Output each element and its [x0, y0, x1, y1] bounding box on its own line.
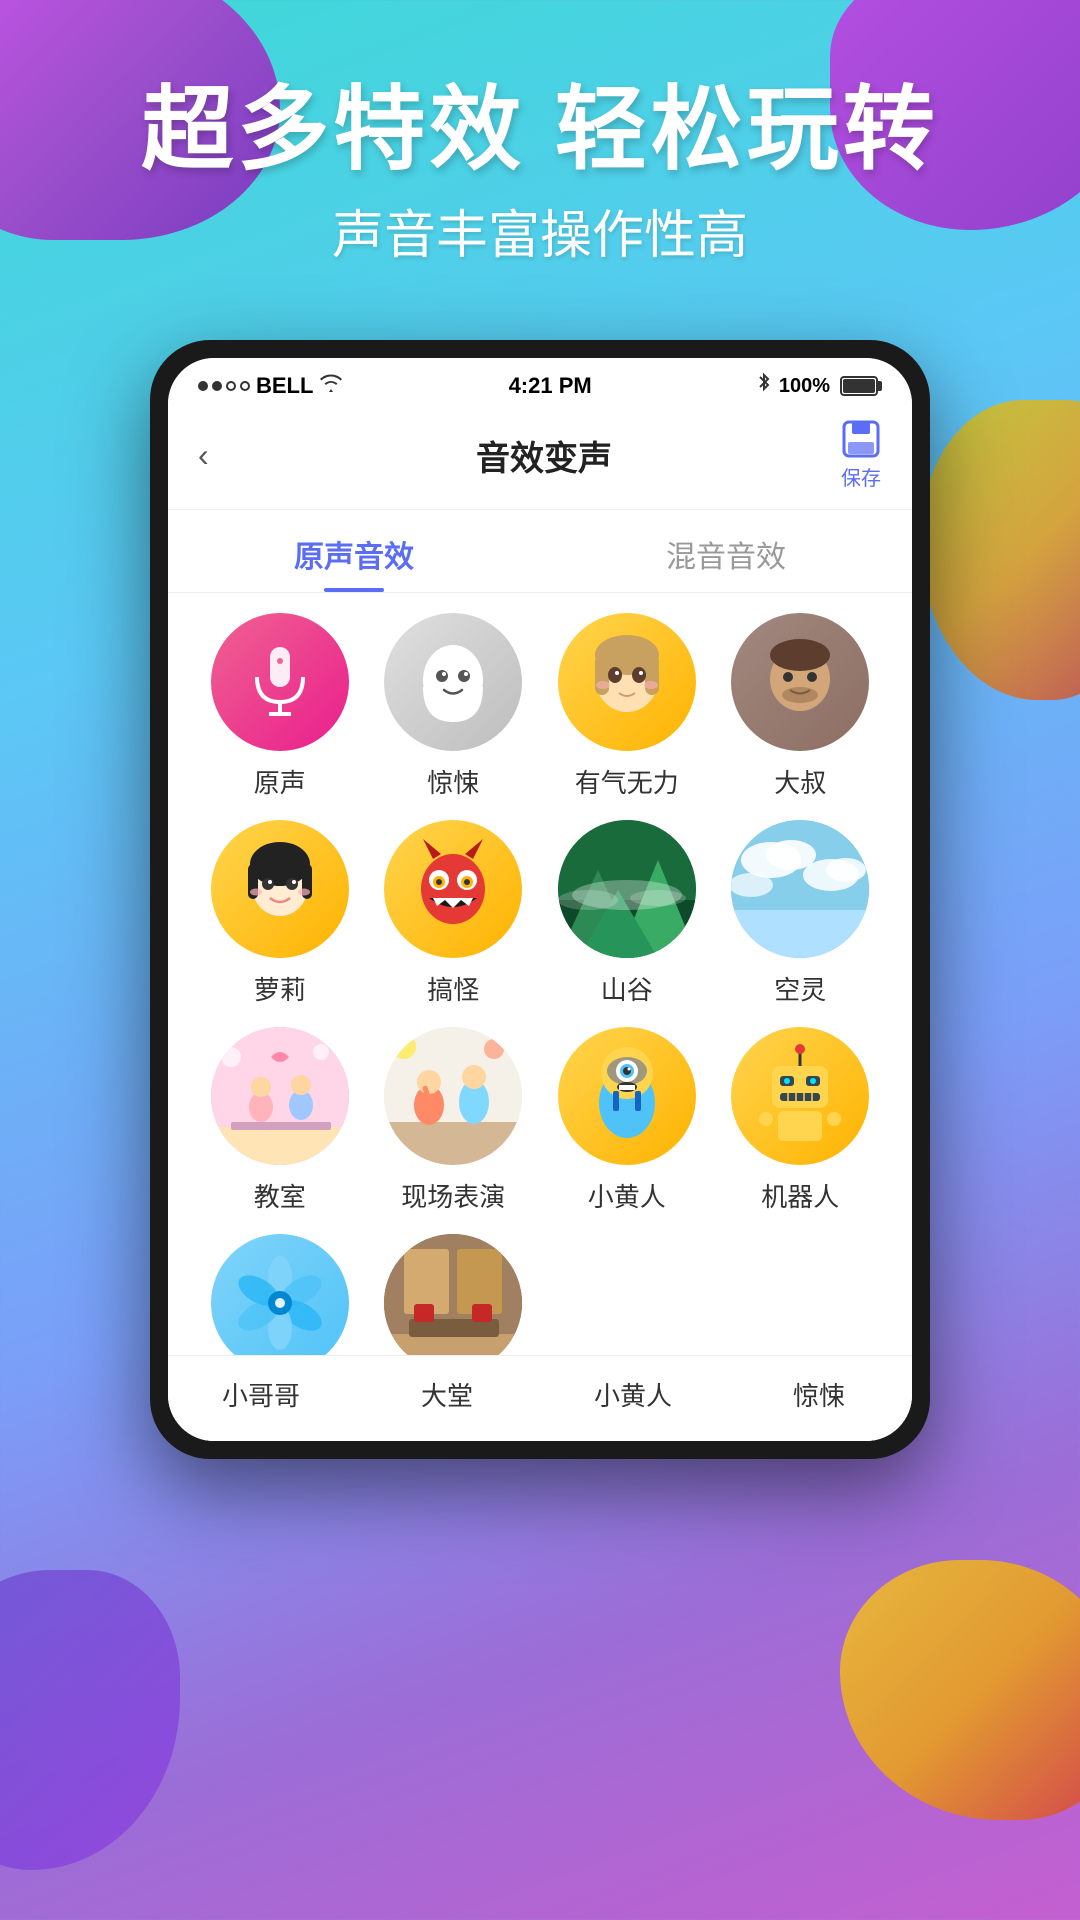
- status-bar: BELL 4:21 PM: [168, 358, 912, 408]
- battery-bar: [838, 376, 882, 396]
- effect-dashu[interactable]: 大叔: [719, 613, 883, 800]
- jiaoshi-label: 教室: [254, 1177, 306, 1214]
- yuansheng-avatar: [211, 613, 349, 751]
- effect-xiaohungren[interactable]: 小黄人: [545, 1027, 709, 1214]
- effect-yuansheng[interactable]: 原声: [198, 613, 362, 800]
- main-title: 超多特效 轻松玩转: [0, 80, 1080, 181]
- jingjie-avatar: [384, 613, 522, 751]
- xianchang-label: 现场表演: [401, 1177, 505, 1214]
- xiaohungren-avatar: [558, 1027, 696, 1165]
- signal-dot-1: [198, 381, 208, 391]
- save-label: 保存: [841, 462, 881, 491]
- tab-bar: 原声音效 混音音效: [168, 510, 912, 593]
- tab-hunyin-label: 混音音效: [666, 541, 786, 574]
- save-icon: [840, 420, 882, 458]
- status-left: BELL: [198, 373, 343, 399]
- back-button[interactable]: ‹: [198, 437, 248, 474]
- tab-yuansheng-label: 原声音效: [294, 541, 414, 574]
- signal-dot-2: [212, 381, 222, 391]
- bottom-tab-dating[interactable]: 大堂: [354, 1356, 540, 1441]
- youqi-label: 有气无力: [575, 763, 679, 800]
- wifi-icon: [319, 373, 343, 399]
- shugu-avatar: [558, 820, 696, 958]
- shugu-label: 山谷: [601, 970, 653, 1007]
- molly-label: 萝莉: [254, 970, 306, 1007]
- effect-xianchang[interactable]: 现场表演: [372, 1027, 536, 1214]
- phone-wrapper: BELL 4:21 PM: [150, 340, 930, 1459]
- header-area: 超多特效 轻松玩转 声音丰富操作性高: [0, 80, 1080, 268]
- effect-kongling[interactable]: 空灵: [719, 820, 883, 1007]
- effect-jingjie[interactable]: 惊悚: [372, 613, 536, 800]
- tab-hunyin[interactable]: 混音音效: [540, 510, 912, 592]
- bottom-tab-xiaogege[interactable]: 小哥哥: [168, 1356, 354, 1441]
- xiaohungren-label: 小黄人: [588, 1177, 666, 1214]
- blob-bottom-left: [0, 1570, 180, 1870]
- bottom-bar: 小哥哥 大堂 小黄人 惊悚: [168, 1355, 912, 1441]
- effect-youqiwuli[interactable]: 有气无力: [545, 613, 709, 800]
- jiqiren-label: 机器人: [761, 1177, 839, 1214]
- effects-grid: 原声 惊悚: [168, 593, 912, 1441]
- blob-right-mid: [920, 400, 1080, 700]
- gaoguai-avatar: [384, 820, 522, 958]
- effect-molly[interactable]: 萝莉: [198, 820, 362, 1007]
- dashu-label: 大叔: [774, 763, 826, 800]
- tab-yuansheng[interactable]: 原声音效: [168, 510, 540, 592]
- signal-dot-3: [226, 381, 236, 391]
- kongling-label: 空灵: [774, 970, 826, 1007]
- yuansheng-label: 原声: [254, 763, 306, 800]
- dianfengshan-avatar: [211, 1234, 349, 1372]
- jiaoshi-avatar: [211, 1027, 349, 1165]
- save-button[interactable]: 保存: [840, 420, 882, 491]
- kongling-avatar: [731, 820, 869, 958]
- battery-percent: 100%: [779, 375, 830, 398]
- signal-dot-4: [240, 381, 250, 391]
- carrier-label: BELL: [256, 373, 313, 399]
- bluetooth-icon: [757, 372, 771, 400]
- phone-frame: BELL 4:21 PM: [150, 340, 930, 1459]
- status-right: 100%: [757, 372, 882, 400]
- blob-bottom-right: [840, 1560, 1080, 1820]
- nav-bar: ‹ 音效变声 保存: [168, 408, 912, 510]
- effect-jiaoshi[interactable]: 教室: [198, 1027, 362, 1214]
- dating-avatar: [384, 1234, 522, 1372]
- phone-screen: BELL 4:21 PM: [168, 358, 912, 1441]
- effect-shugu[interactable]: 山谷: [545, 820, 709, 1007]
- effect-gaoguai[interactable]: 搞怪: [372, 820, 536, 1007]
- xianchang-avatar: [384, 1027, 522, 1165]
- status-time: 4:21 PM: [509, 373, 592, 399]
- gaoguai-label: 搞怪: [427, 970, 479, 1007]
- molly-avatar: [211, 820, 349, 958]
- nav-title: 音效变声: [476, 431, 612, 480]
- bottom-tab-xiaohungren[interactable]: 小黄人: [540, 1356, 726, 1441]
- signal-dots: [198, 381, 250, 391]
- jiqiren-avatar: [731, 1027, 869, 1165]
- effect-jiqiren[interactable]: 机器人: [719, 1027, 883, 1214]
- bottom-tab-jingsu[interactable]: 惊悚: [726, 1356, 912, 1441]
- youqi-avatar: [558, 613, 696, 751]
- sub-title: 声音丰富操作性高: [0, 193, 1080, 268]
- jingjie-label: 惊悚: [427, 763, 479, 800]
- dashu-avatar: [731, 613, 869, 751]
